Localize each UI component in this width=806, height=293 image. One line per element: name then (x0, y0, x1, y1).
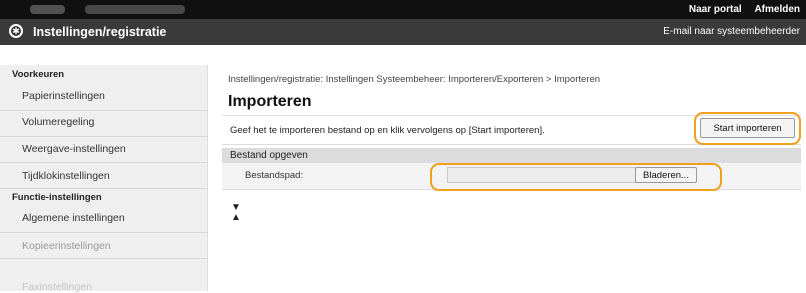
main-content: Instellingen/registratie: Instellingen S… (208, 65, 806, 291)
instruction-text: Geef het te importeren bestand op en kli… (230, 125, 545, 136)
sidebar-item-fax-settings[interactable]: Faxinstellingen (0, 259, 207, 293)
sidebar-section-function-settings: Functie-instellingen (12, 192, 102, 203)
email-admin-link[interactable]: E-mail naar systeembeheerder (663, 26, 800, 37)
app-title: Instellingen/registratie (33, 25, 167, 39)
blurred-device-name (85, 5, 185, 14)
sidebar-section-preferences: Voorkeuren (12, 69, 65, 80)
top-bar: Naar portal Afmelden (0, 0, 806, 19)
breadcrumb: Instellingen/registratie: Instellingen S… (228, 74, 601, 85)
settings-logo-icon: ✱ (9, 24, 23, 38)
sidebar-item-copy-settings[interactable]: Kopieerinstellingen (0, 233, 207, 258)
logout-link[interactable]: Afmelden (754, 4, 800, 15)
file-path-label: Bestandspad: (245, 170, 304, 181)
sidebar-item-display-settings[interactable]: Weergave-instellingen (0, 137, 207, 162)
sidebar-item-paper-settings[interactable]: Papierinstellingen (0, 85, 207, 110)
section-header: Bestand opgeven (222, 148, 801, 163)
end-of-page-icon: ▼ ▲ (231, 202, 241, 223)
title-bar: ✱ Instellingen/registratie E-mail naar s… (0, 19, 806, 45)
blurred-product-name (30, 5, 65, 14)
file-path-highlight (430, 163, 722, 191)
page-title: Importeren (228, 93, 312, 110)
start-import-button[interactable]: Start importeren (700, 118, 795, 138)
sidebar-item-volume[interactable]: Volumeregeling (0, 111, 207, 136)
sidebar-item-general-settings[interactable]: Algemene instellingen (0, 207, 207, 232)
top-links: Naar portal Afmelden (679, 4, 800, 15)
sidebar-item-timer-settings[interactable]: Tijdklokinstellingen (0, 163, 207, 188)
sidebar: Voorkeuren Papierinstellingen Volumerege… (0, 65, 208, 293)
portal-link[interactable]: Naar portal (689, 4, 742, 15)
